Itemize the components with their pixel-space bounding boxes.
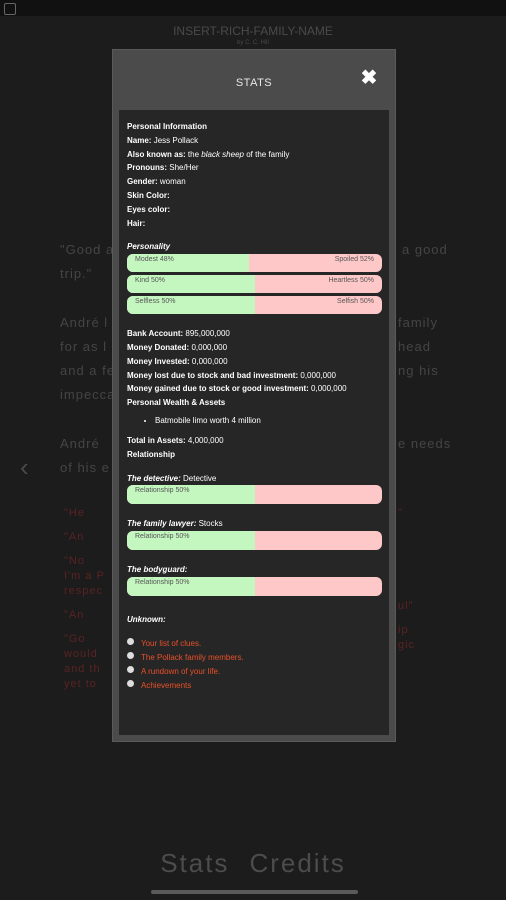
choice-list: " ul" ip gic xyxy=(398,507,416,651)
personality-bar-kind: Kind 50% Heartless 50% xyxy=(127,275,382,294)
radio-icon[interactable] xyxy=(127,652,134,660)
status-bar xyxy=(0,0,506,16)
stats-tab[interactable]: Stats xyxy=(160,848,229,878)
clues-link[interactable]: Your list of clues. xyxy=(141,637,201,651)
list-item[interactable]: The Pollack family members. xyxy=(127,651,385,665)
unknown-heading: Unknown: xyxy=(127,614,166,624)
donated-row: Money Donated: 0,000,000 xyxy=(127,342,228,352)
eyes-row: Eyes color: xyxy=(127,204,171,214)
close-icon[interactable]: ✖ xyxy=(359,68,379,88)
relationship-bar-bodyguard: Relationship 50% xyxy=(127,576,382,596)
window-icon xyxy=(4,3,16,15)
story-text: André l for as l and a fe impecca xyxy=(60,315,116,402)
personality-heading: Personality xyxy=(127,242,171,252)
personal-heading: Personal Information xyxy=(127,122,208,131)
personality-bar-modest: Modest 48% Spoiled 52% xyxy=(127,254,382,273)
radio-icon[interactable] xyxy=(127,666,134,674)
relationship-bodyguard: The bodyguard: xyxy=(127,565,188,575)
book-title: INSERT-RICH-FAMILY-NAME xyxy=(173,24,333,38)
bar-label: Relationship 50% xyxy=(135,487,190,495)
life-rundown-link[interactable]: A rundown of your life. xyxy=(141,665,220,679)
name-row: Name: Jess Pollack xyxy=(127,135,199,145)
family-members-link[interactable]: The Pollack family members. xyxy=(141,651,244,665)
pronouns-row: Pronouns: She/Her xyxy=(127,163,199,173)
credits-tab[interactable]: Credits xyxy=(249,848,345,878)
bar-right-label: Heartless 50% xyxy=(328,277,374,285)
hair-row: Hair: xyxy=(127,218,146,228)
list-item[interactable]: A rundown of your life. xyxy=(127,665,385,679)
asset-list: Batmobile limo worth 4 million xyxy=(127,414,385,428)
bank-row: Bank Account: 895,000,000 xyxy=(127,329,230,339)
choice-list[interactable]: "He "An "No I'm a P respec "An "Go would… xyxy=(64,506,105,692)
achievements-link[interactable]: Achievements xyxy=(141,679,191,693)
radio-icon[interactable] xyxy=(127,638,134,646)
stats-panel[interactable]: Personal Information Name: Jess Pollack … xyxy=(119,110,389,735)
previous-page-icon[interactable]: ‹ xyxy=(20,452,29,483)
book-author: by C. C. Hill xyxy=(237,40,269,46)
gained-row: Money gained due to stock or good invest… xyxy=(127,384,347,394)
home-indicator[interactable] xyxy=(151,890,358,894)
bar-right-label: Selfish 50% xyxy=(337,298,374,306)
gender-row: Gender: woman xyxy=(127,177,186,187)
total-row: Total in Assets: 4,000,000 xyxy=(127,435,224,445)
personality-bar-selfless: Selfless 50% Selfish 50% xyxy=(127,296,382,315)
lost-row: Money lost due to stock and bad investme… xyxy=(127,370,336,380)
bar-left-label: Kind 50% xyxy=(135,277,165,285)
relationship-heading: Relationship xyxy=(127,449,176,459)
aka-row: Also known as: the black sheep of the fa… xyxy=(127,149,290,159)
list-item: Batmobile limo worth 4 million xyxy=(155,414,385,428)
story-text: "Good a trip." xyxy=(60,242,115,281)
bar-left-label: Selfless 50% xyxy=(135,298,176,306)
bar-left-label: Modest 48% xyxy=(135,256,174,264)
invested-row: Money Invested: 0,000,000 xyxy=(127,356,228,366)
story-text: André of his e xyxy=(60,436,110,475)
relationship-bar-lawyer: Relationship 50% xyxy=(127,531,382,551)
wealth-heading: Personal Wealth & Assets xyxy=(127,398,226,408)
story-text: a good xyxy=(402,242,448,257)
bar-right-label: Spoiled 52% xyxy=(334,256,374,264)
story-text: e needs xyxy=(398,436,452,451)
skin-row: Skin Color: xyxy=(127,190,170,200)
list-item[interactable]: Your list of clues. xyxy=(127,637,385,651)
radio-icon[interactable] xyxy=(127,680,134,688)
stats-modal: STATS ✖ Personal Information Name: Jess … xyxy=(112,49,396,742)
relationship-lawyer: The family lawyer: Stocks xyxy=(127,519,223,529)
bar-label: Relationship 50% xyxy=(135,533,190,541)
bottom-nav: Stats Credits xyxy=(0,848,506,879)
list-item[interactable]: Achievements xyxy=(127,679,385,693)
relationship-bar-detective: Relationship 50% xyxy=(127,485,382,505)
story-text: family head ng his xyxy=(398,315,439,378)
relationship-detective: The detective: Detective xyxy=(127,473,217,483)
modal-title: STATS xyxy=(235,77,273,89)
bar-label: Relationship 50% xyxy=(135,578,190,586)
